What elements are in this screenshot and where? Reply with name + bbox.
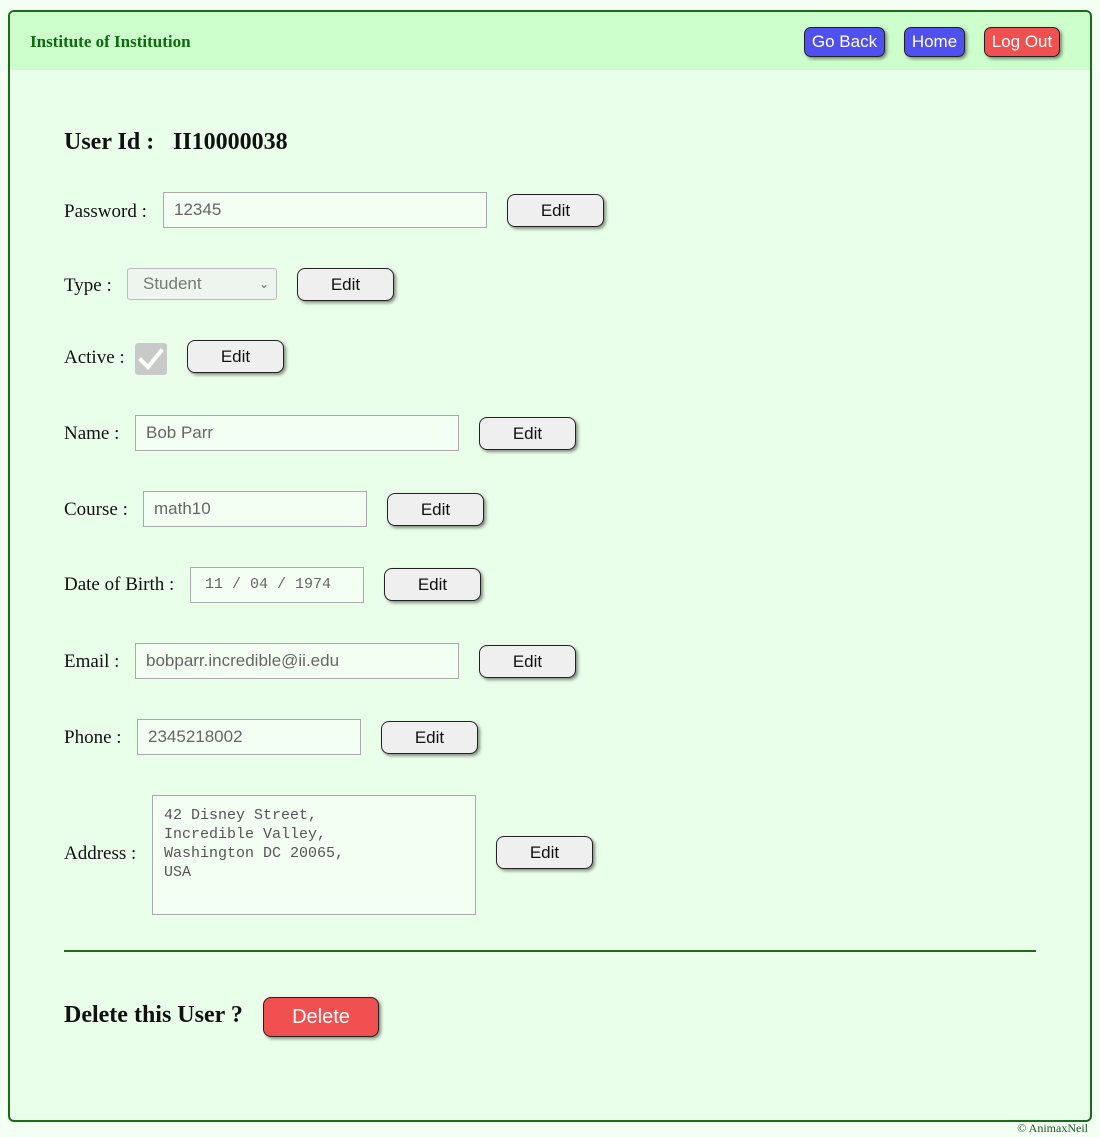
name-field[interactable]: Bob Parr xyxy=(135,415,459,451)
address-label: Address : xyxy=(64,843,137,864)
address-line: 42 Disney Street, xyxy=(164,807,318,824)
dob-label: Date of Birth : xyxy=(64,574,175,595)
edit-type-button[interactable]: Edit xyxy=(297,268,394,301)
page-frame: Institute of Institution Go Back Home Lo… xyxy=(8,10,1092,1122)
delete-user-button[interactable]: Delete xyxy=(263,997,379,1037)
active-checkbox[interactable] xyxy=(135,343,167,375)
edit-password-button[interactable]: Edit xyxy=(507,194,604,227)
address-textarea[interactable]: 42 Disney Street, Incredible Valley, Was… xyxy=(152,795,476,915)
brand-title: Institute of Institution xyxy=(30,32,191,51)
course-label: Course : xyxy=(64,499,128,520)
address-line: Washington DC 20065, xyxy=(164,845,345,862)
password-label: Password : xyxy=(64,201,147,222)
user-id-label: User Id : xyxy=(64,129,155,155)
copyright-notice: © AnimaxNeil xyxy=(1017,1121,1088,1135)
edit-phone-button[interactable]: Edit xyxy=(381,721,478,754)
section-divider xyxy=(64,950,1036,952)
type-select[interactable]: Student ⌄ xyxy=(127,268,277,300)
header-bar: Institute of Institution Go Back Home Lo… xyxy=(10,12,1090,70)
email-label: Email : xyxy=(64,651,120,672)
phone-label: Phone : xyxy=(64,727,122,748)
edit-email-button[interactable]: Edit xyxy=(479,645,576,678)
home-button[interactable]: Home xyxy=(904,27,965,57)
edit-name-button[interactable]: Edit xyxy=(479,417,576,450)
edit-address-button[interactable]: Edit xyxy=(496,836,593,869)
phone-field[interactable]: 2345218002 xyxy=(137,719,361,755)
course-field[interactable]: math10 xyxy=(143,491,367,527)
email-field[interactable]: bobparr.incredible@ii.edu xyxy=(135,643,459,679)
name-label: Name : xyxy=(64,423,120,444)
delete-prompt: Delete this User ? xyxy=(64,1002,243,1028)
logout-button[interactable]: Log Out xyxy=(984,27,1060,57)
type-label: Type : xyxy=(64,275,112,296)
edit-course-button[interactable]: Edit xyxy=(387,493,484,526)
active-label: Active : xyxy=(64,347,125,368)
type-select-value: Student xyxy=(143,274,202,293)
address-line: USA xyxy=(164,864,192,881)
edit-active-button[interactable]: Edit xyxy=(187,340,284,373)
password-field[interactable]: 12345 xyxy=(163,192,487,228)
address-line: Incredible Valley, xyxy=(164,826,327,843)
user-id-value: II10000038 xyxy=(173,129,288,155)
chevron-down-icon: ⌄ xyxy=(258,277,269,291)
checkmark-icon xyxy=(138,348,164,370)
go-back-button[interactable]: Go Back xyxy=(804,27,885,57)
dob-field[interactable]: 11 / 04 / 1974 xyxy=(190,567,364,603)
edit-dob-button[interactable]: Edit xyxy=(384,568,481,601)
